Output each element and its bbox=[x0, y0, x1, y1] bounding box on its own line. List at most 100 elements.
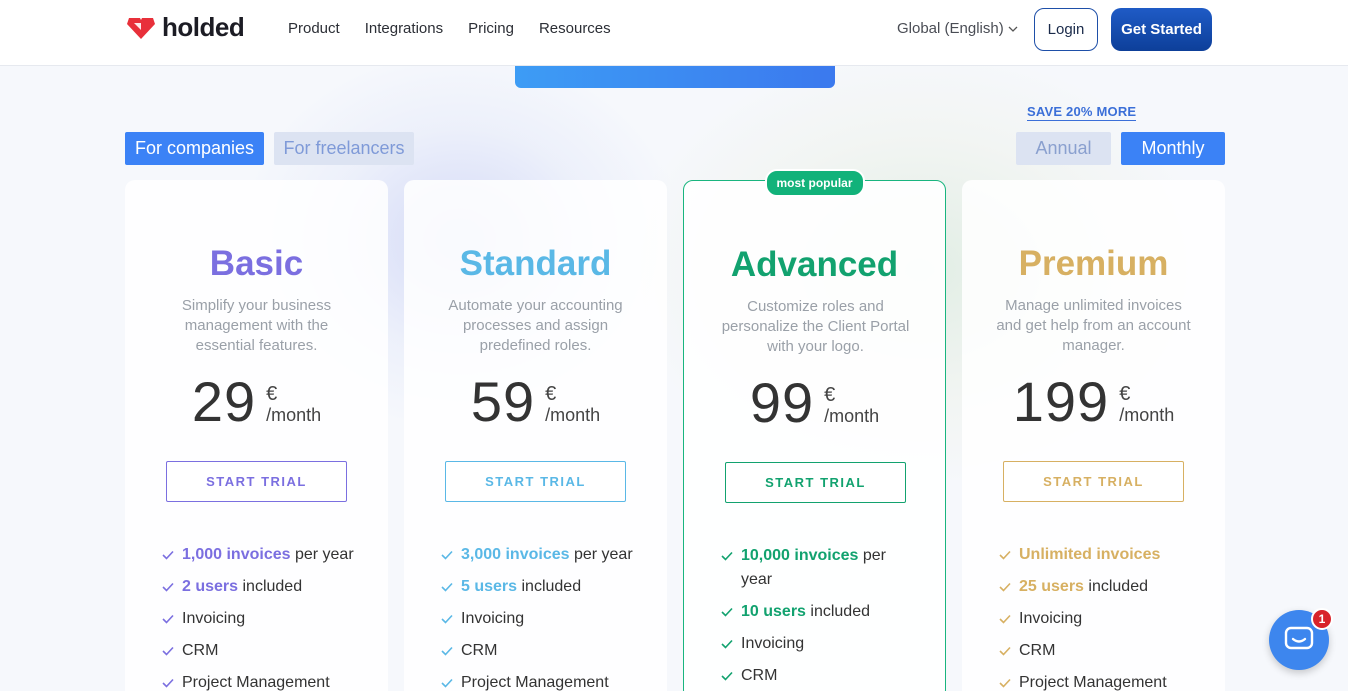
list-item: Project Management bbox=[162, 671, 372, 691]
start-trial-button[interactable]: START TRIAL bbox=[445, 461, 626, 502]
login-button[interactable]: Login bbox=[1034, 8, 1098, 51]
price-period: /month bbox=[266, 405, 322, 425]
check-icon bbox=[441, 582, 453, 592]
feature-highlight: 5 users bbox=[461, 578, 518, 595]
language-label: Global (English) bbox=[897, 20, 1004, 37]
hero-cta-button[interactable] bbox=[515, 66, 835, 88]
price-currency: € bbox=[545, 383, 557, 405]
check-icon bbox=[999, 614, 1011, 624]
check-icon bbox=[162, 614, 174, 624]
feature-list: Unlimited invoices 25 users included Inv… bbox=[999, 543, 1209, 691]
feature-text: included bbox=[805, 603, 870, 620]
price-period: /month bbox=[545, 405, 601, 425]
plan-name: Standard bbox=[459, 244, 612, 283]
feature-highlight: 1,000 invoices bbox=[182, 546, 291, 563]
price-amount: 199 bbox=[1012, 370, 1110, 433]
check-icon bbox=[162, 646, 174, 656]
feature-text: per year bbox=[290, 546, 354, 563]
list-item: CRM bbox=[999, 639, 1209, 663]
nav-product[interactable]: Product bbox=[288, 20, 340, 37]
plan-description: Simplify your business management with t… bbox=[181, 297, 332, 354]
feature-text: Project Management bbox=[1019, 674, 1167, 691]
price-currency: € bbox=[266, 383, 278, 405]
list-item: Invoicing bbox=[441, 607, 651, 631]
get-started-button[interactable]: Get Started bbox=[1111, 8, 1212, 51]
check-icon bbox=[441, 614, 453, 624]
plan-card-advanced: most popular Advanced Customize roles an… bbox=[683, 169, 946, 691]
nav-pricing[interactable]: Pricing bbox=[468, 20, 514, 37]
start-trial-button[interactable]: START TRIAL bbox=[1003, 461, 1184, 502]
plan-card-basic: Basic Simplify your business management … bbox=[125, 180, 388, 691]
price-period: /month bbox=[824, 406, 880, 426]
check-icon bbox=[721, 639, 733, 649]
feature-text: CRM bbox=[741, 667, 778, 684]
check-icon bbox=[162, 678, 174, 688]
feature-list: 1,000 invoices per year 2 users included… bbox=[162, 543, 372, 691]
feature-text: included bbox=[517, 578, 582, 595]
feature-text: Invoicing bbox=[741, 635, 805, 652]
feature-highlight: 10,000 invoices bbox=[741, 547, 859, 564]
list-item: 10,000 invoices per year bbox=[721, 544, 891, 592]
chevron-down-icon bbox=[1008, 26, 1018, 32]
site-header: holded Product Integrations Pricing Reso… bbox=[0, 0, 1348, 66]
language-selector[interactable]: Global (English) bbox=[897, 20, 1018, 37]
list-item: 10 users included bbox=[721, 600, 891, 624]
feature-text: Invoicing bbox=[461, 610, 525, 627]
nav-integrations[interactable]: Integrations bbox=[365, 20, 443, 37]
main-nav: Product Integrations Pricing Resources bbox=[288, 20, 611, 37]
feature-text: CRM bbox=[461, 642, 498, 659]
logo[interactable]: holded bbox=[126, 12, 245, 43]
tab-annual[interactable]: Annual bbox=[1016, 132, 1111, 165]
list-item: 3,000 invoices per year bbox=[441, 543, 651, 567]
list-item: Invoicing bbox=[162, 607, 372, 631]
plan-name: Advanced bbox=[730, 245, 899, 284]
list-item: CRM bbox=[441, 639, 651, 663]
plan-name: Basic bbox=[209, 244, 304, 283]
plan-description: Customize roles and personalize the Clie… bbox=[721, 298, 910, 355]
feature-highlight: Unlimited invoices bbox=[1019, 546, 1161, 563]
feature-text: Invoicing bbox=[1019, 610, 1083, 627]
feature-highlight: 3,000 invoices bbox=[461, 546, 570, 563]
start-trial-button[interactable]: START TRIAL bbox=[725, 462, 906, 503]
unread-count-badge: 1 bbox=[1311, 608, 1333, 630]
feature-list: 10,000 invoices per year 10 users includ… bbox=[721, 544, 891, 691]
check-icon bbox=[441, 550, 453, 560]
chat-bubble-icon bbox=[1284, 626, 1314, 650]
plan-description: Automate your accounting processes and a… bbox=[448, 297, 623, 354]
list-item: Project Management bbox=[441, 671, 651, 691]
list-item: Invoicing bbox=[721, 632, 891, 656]
feature-text: CRM bbox=[1019, 642, 1056, 659]
list-item: Unlimited invoices bbox=[999, 543, 1209, 567]
feature-text: included bbox=[1083, 578, 1148, 595]
feature-text: Invoicing bbox=[182, 610, 246, 627]
heart-logo-icon bbox=[127, 17, 155, 39]
list-item: CRM bbox=[162, 639, 372, 663]
tab-for-companies[interactable]: For companies bbox=[125, 132, 264, 165]
tab-monthly[interactable]: Monthly bbox=[1121, 132, 1225, 165]
check-icon bbox=[162, 550, 174, 560]
plan-price: 59 €/month bbox=[404, 372, 667, 432]
list-item: Project Management bbox=[999, 671, 1209, 691]
check-icon bbox=[441, 678, 453, 688]
save-note: SAVE 20% MORE bbox=[1027, 104, 1137, 121]
check-icon bbox=[999, 678, 1011, 688]
plan-name: Premium bbox=[1018, 244, 1169, 283]
start-trial-button[interactable]: START TRIAL bbox=[166, 461, 347, 502]
feature-text: CRM bbox=[182, 642, 219, 659]
tab-for-freelancers[interactable]: For freelancers bbox=[274, 132, 414, 165]
most-popular-badge: most popular bbox=[764, 169, 865, 197]
list-item: 25 users included bbox=[999, 575, 1209, 599]
check-icon bbox=[721, 607, 733, 617]
list-item: 2 users included bbox=[162, 575, 372, 599]
plan-price: 199 €/month bbox=[962, 372, 1225, 432]
list-item: 1,000 invoices per year bbox=[162, 543, 372, 567]
feature-highlight: 2 users bbox=[182, 578, 239, 595]
nav-resources[interactable]: Resources bbox=[539, 20, 611, 37]
list-item: 5 users included bbox=[441, 575, 651, 599]
price-currency: € bbox=[824, 384, 836, 406]
check-icon bbox=[162, 582, 174, 592]
check-icon bbox=[441, 646, 453, 656]
check-icon bbox=[999, 582, 1011, 592]
check-icon bbox=[999, 550, 1011, 560]
feature-text: Project Management bbox=[461, 674, 609, 691]
